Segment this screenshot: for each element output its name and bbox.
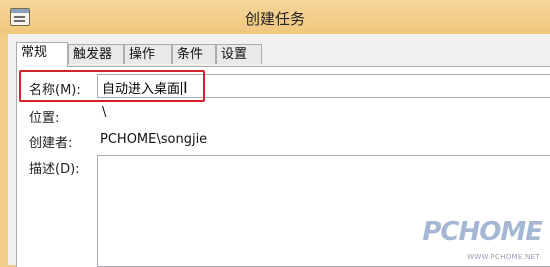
window-title: 创建任务 xyxy=(244,10,305,28)
name-field-highlight xyxy=(19,70,205,102)
description-label: 描述(D): xyxy=(29,162,80,177)
location-label: 位置: xyxy=(29,111,60,126)
pchome-watermark: PCHOME WWW.PCHOME.NET xyxy=(422,203,544,263)
tab-actions[interactable]: 操作 xyxy=(124,44,172,64)
author-value: PCHOME\songjie xyxy=(100,132,208,147)
tab-triggers[interactable]: 触发器 xyxy=(68,44,124,64)
title-bar: 创建任务 xyxy=(0,0,550,34)
watermark-url: WWW.PCHOME.NET xyxy=(467,253,540,261)
location-value: \ xyxy=(102,105,107,120)
author-label: 创建者: xyxy=(29,136,73,151)
tab-general[interactable]: 常规 xyxy=(16,42,68,67)
tab-settings[interactable]: 设置 xyxy=(216,44,262,64)
tab-conditions[interactable]: 条件 xyxy=(172,44,216,64)
watermark-logo-text: PCHOME xyxy=(422,217,543,247)
dialog-body: 常规 触发器 操作 条件 设置 名称(M): 自动进入桌面 I 位置: \ 创建… xyxy=(8,34,550,267)
